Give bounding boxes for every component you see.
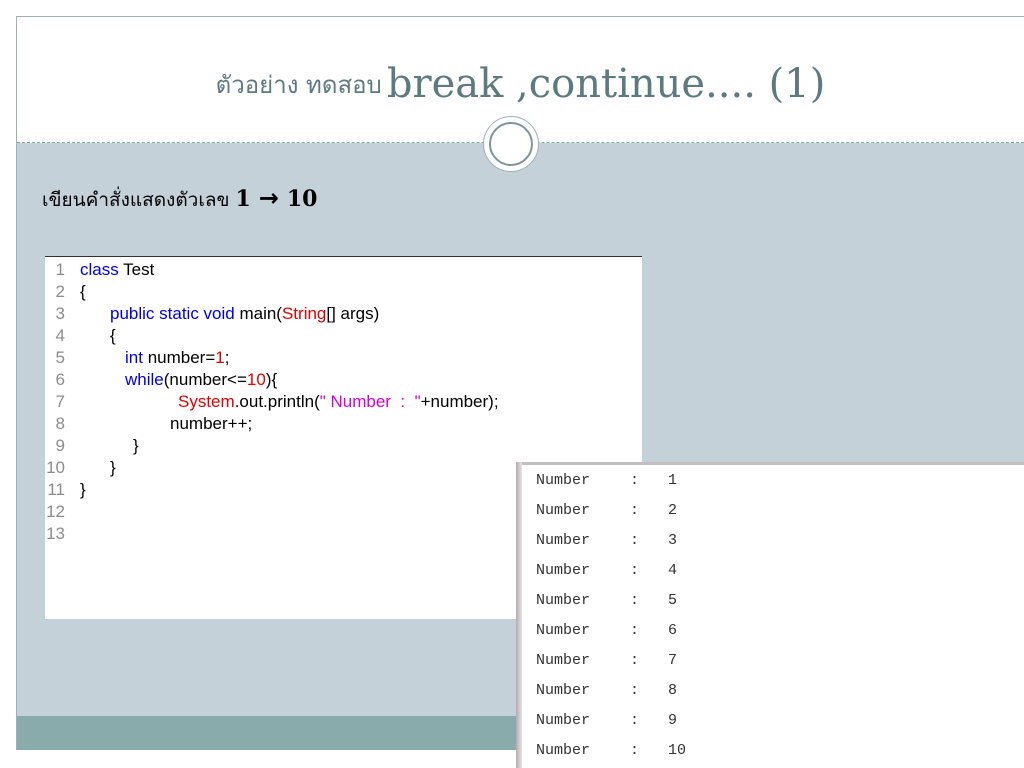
code-text: +number);: [420, 392, 499, 411]
output-label: Number: [536, 622, 591, 639]
output-separator: :: [630, 532, 640, 549]
output-line: Number: 8: [536, 676, 677, 706]
output-separator: :: [630, 622, 640, 639]
subtitle-to: 10: [286, 186, 318, 212]
output-separator: :: [630, 682, 640, 699]
output-label: Number: [536, 562, 591, 579]
output-line: Number: 5: [536, 586, 677, 616]
output-line: Number: 3: [536, 526, 677, 556]
title-thai: ตัวอย่าง ทดสอบ: [215, 71, 382, 99]
code-number: 1: [215, 348, 225, 367]
slide: ตัวอย่าง ทดสอบ break ,continue.... (1) เ…: [0, 0, 1024, 768]
output-value: 8: [668, 682, 678, 699]
output-value: 1: [668, 472, 678, 489]
code-number: 10: [246, 370, 266, 389]
output-separator: :: [630, 592, 640, 609]
output-separator: :: [630, 712, 640, 729]
code-text: number++;: [170, 414, 253, 433]
code-text: }: [110, 458, 116, 477]
code-text: (number<=: [163, 370, 247, 389]
output-label: Number: [536, 682, 591, 699]
output-line: Number: 1: [536, 466, 677, 496]
output-line: Number: 9: [536, 706, 677, 736]
code-keyword: class: [80, 260, 119, 279]
output-value: 4: [668, 562, 678, 579]
output-label: Number: [536, 592, 591, 609]
code-text: main(: [234, 304, 282, 323]
code-text: ){: [265, 370, 278, 389]
subtitle-from: 1: [235, 186, 251, 212]
output-separator: :: [630, 652, 640, 669]
output-value: 3: [668, 532, 678, 549]
output-label: Number: [536, 502, 591, 519]
line-number: 2: [55, 282, 65, 301]
code-text: .out.println(: [234, 392, 320, 411]
output-label: Number: [536, 712, 591, 729]
output-separator: :: [630, 742, 640, 759]
output-label: Number: [536, 742, 591, 759]
code-text: Test: [118, 260, 155, 279]
code-string: " Number : ": [319, 392, 421, 411]
line-number: 8: [55, 414, 65, 433]
line-number: 11: [47, 480, 65, 499]
output-value: 7: [668, 652, 678, 669]
code-text: [] args): [326, 304, 380, 323]
code-keyword: while: [125, 370, 164, 389]
output-label: Number: [536, 532, 591, 549]
line-number: 10: [46, 458, 65, 477]
code-text: {: [110, 326, 116, 345]
title-latin: break ,continue.... (1): [386, 61, 826, 107]
slide-title: ตัวอย่าง ทดสอบ break ,continue.... (1): [17, 61, 1024, 107]
output-value: 10: [668, 742, 687, 759]
ring-inner-icon: [489, 122, 533, 166]
output-separator: :: [630, 472, 640, 489]
code-class-name: String: [281, 304, 327, 323]
console-edge: [516, 462, 522, 768]
output-line: Number: 2: [536, 496, 677, 526]
output-value: 9: [668, 712, 678, 729]
output-value: 6: [668, 622, 678, 639]
output-value: 5: [668, 592, 678, 609]
output-line: Number: 7: [536, 646, 677, 676]
code-text: number=: [142, 348, 216, 367]
line-number: 7: [55, 392, 65, 411]
output-line: Number: 4: [536, 556, 677, 586]
output-separator: :: [630, 502, 640, 519]
arrow-right-icon: →: [258, 184, 279, 212]
slide-subtitle: เขียนคำสั่งแสดงตัวเลข 1 → 10: [42, 184, 318, 215]
code-text: {: [80, 282, 86, 301]
output-value: 2: [668, 502, 678, 519]
line-number: 12: [46, 502, 65, 521]
line-number: 6: [55, 370, 65, 389]
ring-ornament-icon: [483, 116, 539, 172]
output-line: Number: 10: [536, 736, 686, 766]
line-number: 5: [55, 348, 65, 367]
line-number: 9: [55, 436, 65, 455]
code-class-name: System: [178, 392, 235, 411]
subtitle-thai: เขียนคำสั่งแสดงตัวเลข: [42, 189, 230, 211]
line-number: 3: [55, 304, 65, 323]
code-text: ;: [224, 348, 230, 367]
output-line: Number: 6: [536, 616, 677, 646]
output-separator: :: [630, 562, 640, 579]
output-label: Number: [536, 472, 591, 489]
output-label: Number: [536, 652, 591, 669]
code-keyword: public static void: [110, 304, 235, 323]
line-number: 13: [46, 524, 65, 543]
line-number: 4: [55, 326, 65, 345]
line-number: 1: [55, 260, 65, 279]
code-keyword: int: [125, 348, 143, 367]
code-text: }: [80, 480, 86, 499]
code-text: }: [133, 436, 139, 455]
